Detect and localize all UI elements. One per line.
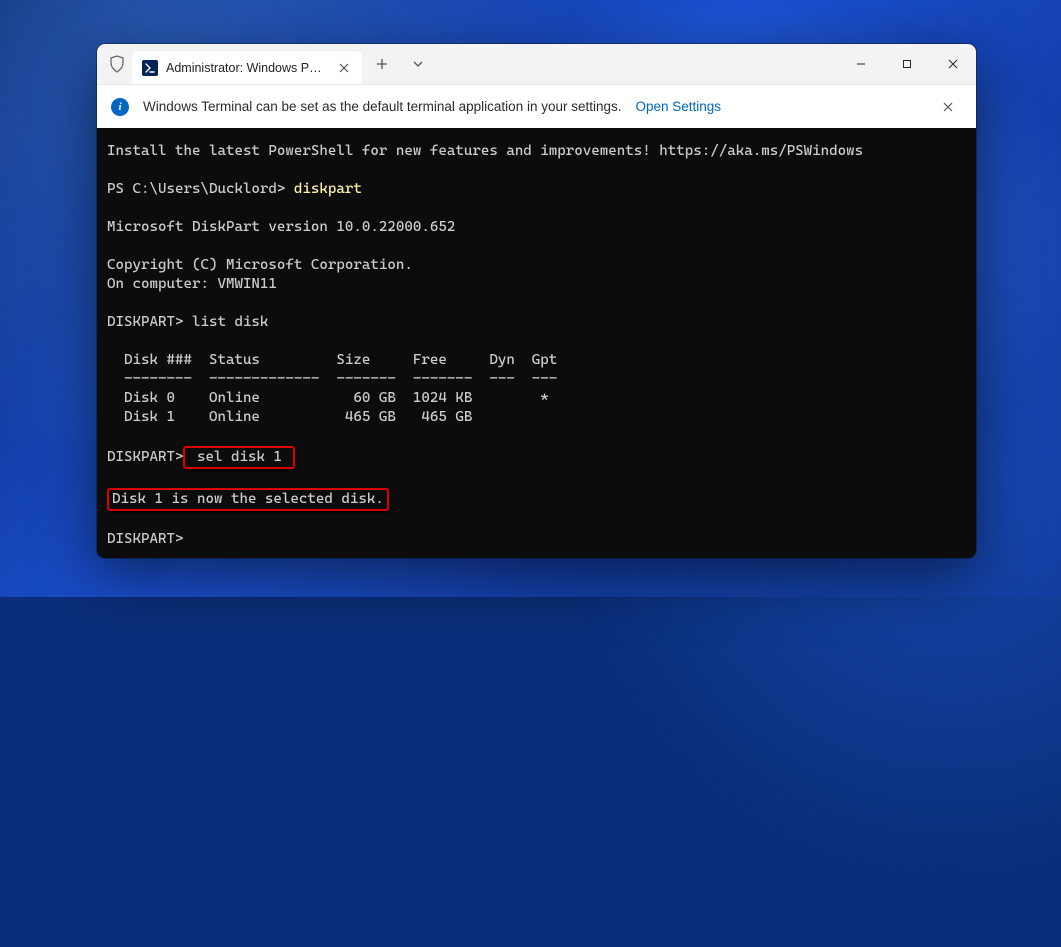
highlight-command: sel disk 1 [183,446,295,469]
minimize-button[interactable] [838,44,884,84]
window-controls [838,44,976,84]
tab-active[interactable]: Administrator: Windows Powe [132,51,362,84]
prompt-path: PS C:\Users\Ducklord> [107,181,294,197]
table-divider: -------- ------------- ------- ------- -… [107,371,557,387]
titlebar[interactable]: Administrator: Windows Powe [97,44,976,84]
diskpart-prompt: DISKPART> list disk [107,314,268,330]
terminal-body[interactable]: Install the latest PowerShell for new fe… [97,128,976,558]
table-row: Disk 1 Online 465 GB 465 GB [107,409,472,425]
diskpart-prompt: DISKPART> [107,531,183,547]
terminal-window: Administrator: Windows Powe i Windows Te… [97,44,976,558]
info-bar: i Windows Terminal can be set as the def… [97,84,976,128]
term-line: Install the latest PowerShell for new fe… [107,143,863,159]
term-line: Microsoft DiskPart version 10.0.22000.65… [107,219,455,235]
tab-title: Administrator: Windows Powe [166,61,326,75]
table-header: Disk ### Status Size Free Dyn Gpt [107,352,557,368]
info-icon: i [111,98,129,116]
term-line: On computer: VMWIN11 [107,276,277,292]
term-line: Copyright (C) Microsoft Corporation. [107,257,413,273]
powershell-icon [142,60,158,76]
prompt-command: diskpart [294,181,362,197]
diskpart-prompt-prefix: DISKPART> [107,449,183,465]
shield-icon [108,55,126,73]
info-close-button[interactable] [934,93,962,121]
highlight-output: Disk 1 is now the selected disk. [107,488,389,511]
table-row: Disk 0 Online 60 GB 1024 KB * [107,390,549,406]
open-settings-link[interactable]: Open Settings [636,99,722,114]
new-tab-button[interactable] [366,48,398,80]
tab-close-button[interactable] [334,58,354,78]
tab-dropdown-button[interactable] [402,48,434,80]
info-message: Windows Terminal can be set as the defau… [143,99,622,114]
window-close-button[interactable] [930,44,976,84]
maximize-button[interactable] [884,44,930,84]
